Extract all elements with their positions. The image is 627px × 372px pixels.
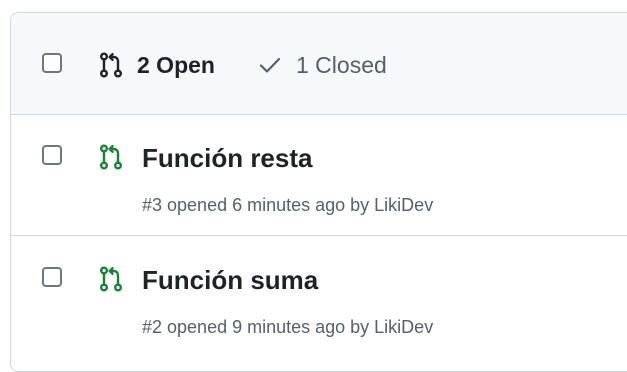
pull-request-list: 2 Open 1 Closed Función resta #3 opened …	[10, 12, 627, 372]
git-pull-request-open-icon	[99, 144, 123, 170]
git-pull-request-icon	[99, 52, 123, 78]
pull-request-meta: #2 opened 9 minutes ago by LikiDev	[142, 317, 434, 337]
select-all-checkbox[interactable]	[42, 53, 62, 73]
pull-request-meta: #3 opened 6 minutes ago by LikiDev	[142, 195, 434, 215]
pull-request-list-header: 2 Open 1 Closed	[11, 13, 627, 115]
open-filter-button[interactable]: 2 Open	[99, 50, 215, 80]
pull-request-row: Función suma #2 opened 9 minutes ago by …	[11, 237, 627, 357]
check-icon	[258, 53, 282, 77]
closed-filter-label: 1 Closed	[296, 51, 387, 78]
closed-filter-button[interactable]: 1 Closed	[258, 50, 387, 80]
pull-request-checkbox[interactable]	[42, 145, 62, 165]
pull-request-row: Función resta #3 opened 6 minutes ago by…	[11, 115, 627, 236]
pull-request-title-link[interactable]: Función suma	[142, 265, 318, 296]
pull-request-checkbox[interactable]	[42, 267, 62, 287]
git-pull-request-open-icon	[99, 266, 123, 292]
open-filter-label: 2 Open	[137, 51, 215, 78]
pull-request-title-link[interactable]: Función resta	[142, 143, 312, 174]
